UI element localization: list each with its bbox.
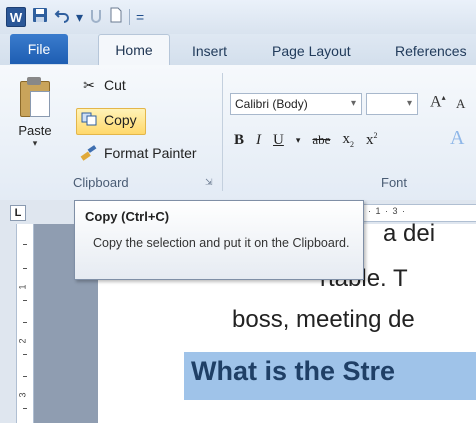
font-name-combo[interactable]: Calibri (Body) ▾ xyxy=(230,93,362,115)
grow-font-button[interactable]: A▴ xyxy=(430,93,446,111)
text-effects-button[interactable]: A xyxy=(450,127,476,151)
ribbon-home: Paste ▾ ✂ Cut Copy Format Painter Clipbo… xyxy=(0,65,476,201)
group-divider xyxy=(222,73,223,191)
chevron-down-icon[interactable]: ▾ xyxy=(351,98,356,109)
title-bar: W ▾ = xyxy=(0,0,476,34)
chevron-down-icon[interactable]: ▾ xyxy=(296,135,301,146)
strikethrough-button[interactable]: abe xyxy=(312,132,330,148)
quick-access-toolbar: W ▾ = xyxy=(6,7,144,27)
font-name-value: Calibri (Body) xyxy=(235,97,308,111)
format-painter-label: Format Painter xyxy=(104,145,197,161)
copy-label: Copy xyxy=(104,112,137,128)
font-group-label: Font xyxy=(381,175,408,190)
vertical-ruler[interactable]: 1 2 3 xyxy=(16,224,34,423)
ruler-number: 1 xyxy=(17,284,28,290)
toolbar-divider xyxy=(129,9,131,25)
tooltip-body: Copy the selection and put it on the Cli… xyxy=(93,236,350,250)
tab-selector[interactable]: L xyxy=(10,205,26,221)
copy-button[interactable]: Copy xyxy=(80,112,137,128)
underline-button[interactable]: U xyxy=(273,132,284,149)
copy-tooltip: Copy (Ctrl+C) Copy the selection and put… xyxy=(74,200,364,280)
clipboard-icon xyxy=(18,77,52,117)
format-painter-button[interactable]: Format Painter xyxy=(80,145,197,161)
new-document-icon[interactable] xyxy=(109,7,123,27)
font-format-row: B I U ▾ abe x2 x2 xyxy=(234,131,377,149)
tab-home[interactable]: Home xyxy=(98,34,170,65)
paintbrush-icon xyxy=(80,145,98,161)
ruler-number: 3 xyxy=(17,392,28,398)
tooltip-title: Copy (Ctrl+C) xyxy=(85,209,170,224)
word-app-icon[interactable]: W xyxy=(6,7,26,27)
save-icon[interactable] xyxy=(32,7,48,27)
superscript-button[interactable]: x2 xyxy=(366,131,378,149)
bold-button[interactable]: B xyxy=(234,132,244,149)
chevron-down-icon[interactable]: ▾ xyxy=(10,138,60,149)
clipboard-group-label: Clipboard xyxy=(73,175,129,190)
document-text-line: boss, meeting de xyxy=(232,306,415,333)
ruler-marks: · 1 · 3 · xyxy=(368,206,407,216)
paste-label: Paste xyxy=(18,123,52,138)
tab-references[interactable]: References xyxy=(395,43,467,59)
font-size-combo[interactable]: ▾ xyxy=(366,93,418,115)
cut-button[interactable]: ✂ Cut xyxy=(80,77,126,93)
redo-icon[interactable] xyxy=(89,7,103,27)
tab-insert[interactable]: Insert xyxy=(192,43,227,59)
shrink-font-button[interactable]: A xyxy=(456,96,465,112)
tab-page-layout[interactable]: Page Layout xyxy=(272,43,351,59)
copy-icon xyxy=(80,112,98,128)
document-text-line: a dei xyxy=(383,220,436,247)
undo-icon[interactable] xyxy=(54,7,70,27)
undo-dropdown-icon[interactable]: ▾ xyxy=(76,8,83,26)
paste-button[interactable]: Paste ▾ xyxy=(10,77,60,149)
customize-toolbar-icon[interactable]: = xyxy=(136,8,144,26)
document-heading: What is the Stre xyxy=(191,356,396,386)
chevron-down-icon[interactable]: ▾ xyxy=(407,98,412,109)
ruler-number: 2 xyxy=(17,338,28,344)
scissors-icon: ✂ xyxy=(83,77,95,93)
ribbon-tabs: File Home Insert Page Layout References xyxy=(0,34,476,66)
subscript-button[interactable]: x2 xyxy=(342,131,354,149)
dialog-launcher-icon[interactable]: ⇲ xyxy=(205,177,213,188)
cut-label: Cut xyxy=(104,77,126,93)
tab-file[interactable]: File xyxy=(10,34,68,64)
italic-button[interactable]: I xyxy=(256,132,261,149)
